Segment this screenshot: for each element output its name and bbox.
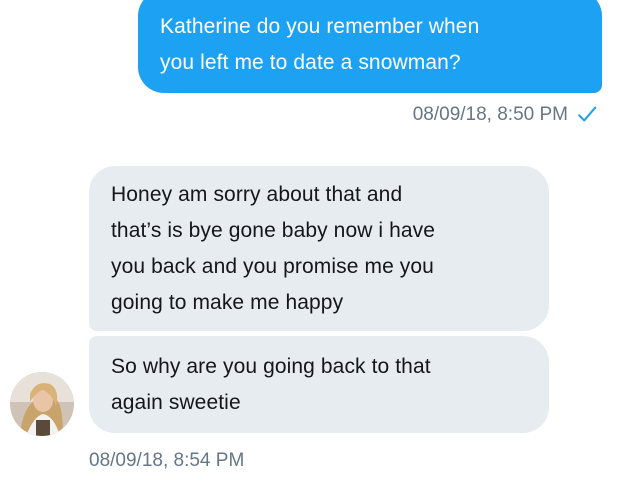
received-message-bubble[interactable]: Honey am sorry about that and that’s is … xyxy=(89,166,549,331)
received-message-timestamp: 08/09/18, 8:54 PM xyxy=(89,450,245,471)
message-text-line: that’s is bye gone baby now i have xyxy=(111,219,436,242)
message-text-line: you left me to date a snowman? xyxy=(160,51,461,74)
avatar-image xyxy=(10,372,74,436)
message-text-line: going to make me happy xyxy=(111,291,344,314)
message-text-line: So why are you going back to that xyxy=(111,355,431,378)
sent-message-bubble[interactable]: Katherine do you remember when you left … xyxy=(138,0,602,93)
received-message-bubble[interactable]: So why are you going back to that again … xyxy=(89,336,549,433)
message-text-line: Katherine do you remember when xyxy=(160,15,480,38)
message-text-line: Honey am sorry about that and xyxy=(111,183,403,206)
message-text-line: you back and you promise me you xyxy=(111,255,434,278)
sent-message-timestamp: 08/09/18, 8:50 PM xyxy=(412,104,568,125)
message-text-line: again sweetie xyxy=(111,391,241,414)
checkmark-icon xyxy=(578,106,597,122)
sender-avatar[interactable] xyxy=(10,372,74,436)
